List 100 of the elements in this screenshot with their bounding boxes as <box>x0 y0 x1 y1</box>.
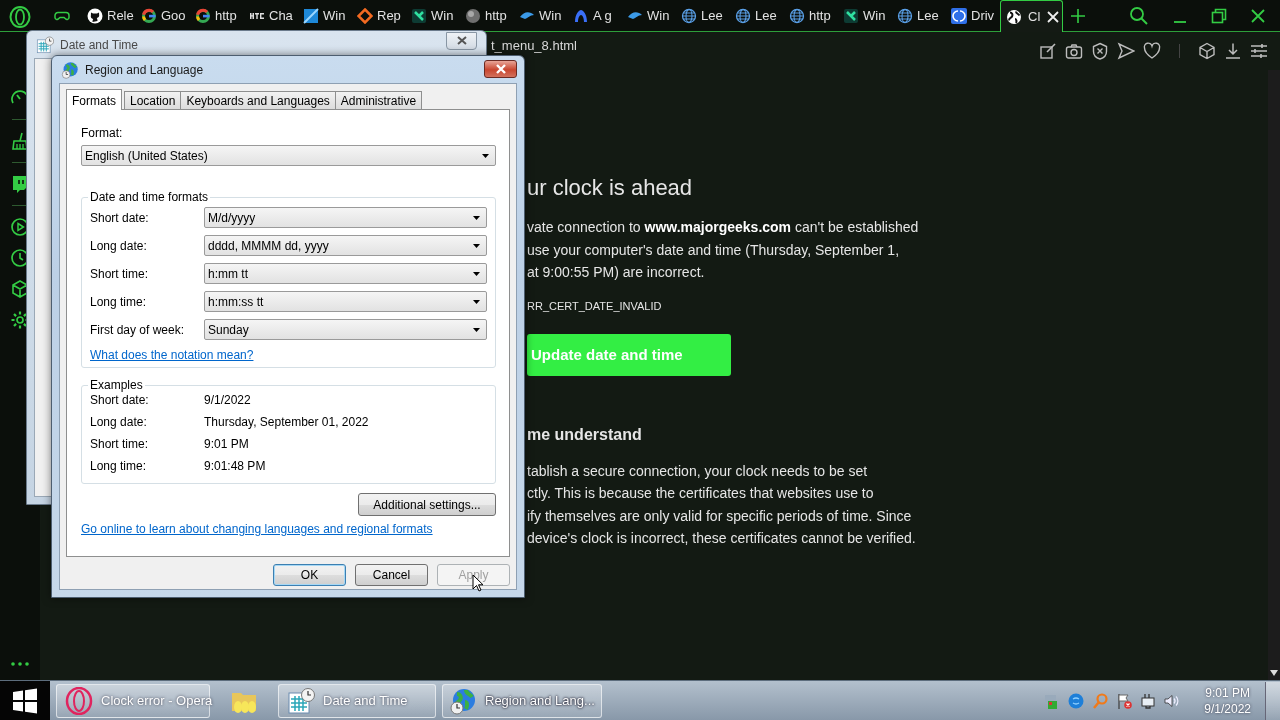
show-desktop-button[interactable] <box>1265 681 1280 720</box>
browser-tab[interactable]: Win <box>838 0 892 31</box>
download-icon[interactable] <box>1224 42 1242 60</box>
caret-icon <box>473 243 480 248</box>
row-label: Long date: <box>90 415 148 429</box>
square-logo-icon <box>951 7 967 24</box>
dialog-button[interactable]: Cancel <box>355 564 428 586</box>
restore-icon[interactable] <box>1211 7 1227 24</box>
globe-icon <box>681 7 697 24</box>
dialog-button[interactable]: OK <box>273 564 346 586</box>
globe-icon <box>735 7 751 24</box>
plus-icon[interactable] <box>1070 7 1086 24</box>
row-label: First day of week: <box>90 322 186 337</box>
explanation-text: tablish a secure connection, your clock needs to be set ctly. This is because the certificates that websites use to ify themselves are only valid for specific periods of time. Since device's clock is incorrect, these certificates cannot be verified. <box>527 461 917 548</box>
dropdown[interactable]: M/d/yyyy <box>204 207 487 228</box>
group-title: Examples <box>89 378 144 392</box>
tab[interactable]: Administrative <box>334 91 423 109</box>
camera-icon[interactable] <box>1065 42 1083 60</box>
close-icon[interactable] <box>1250 7 1266 24</box>
flag-icon[interactable] <box>1116 692 1133 709</box>
browser-tab[interactable]: A g <box>568 0 622 31</box>
tab[interactable]: Keyboards and Languages <box>180 91 336 109</box>
shield-icon[interactable] <box>1091 42 1109 60</box>
close-icon <box>494 64 507 74</box>
example-value: 9:01 PM <box>204 437 250 451</box>
search-icon[interactable] <box>1129 5 1149 26</box>
online-link[interactable]: Go online to learn about changing languages and regional formats <box>81 522 433 536</box>
row-label: Short date: <box>90 393 150 407</box>
globe-icon <box>61 60 79 79</box>
dropdown[interactable]: dddd, MMMM dd, yyyy <box>204 235 487 256</box>
network-icon[interactable] <box>1140 692 1157 709</box>
globe-icon <box>897 7 913 24</box>
url-text[interactable]: t_menu_8.html <box>491 39 577 53</box>
browser-tab[interactable]: Rep <box>352 0 406 31</box>
browser-tab[interactable]: Lee <box>892 0 946 31</box>
ring-logo-icon <box>65 686 93 715</box>
menu-icon[interactable] <box>1250 42 1268 60</box>
cross-logo-icon <box>411 7 427 24</box>
send-icon[interactable] <box>1117 42 1135 60</box>
row-label: Short time: <box>90 437 150 451</box>
ring-logo-icon <box>141 7 157 24</box>
tab[interactable]: Location <box>124 91 182 109</box>
browser-tab[interactable]: http <box>190 0 244 31</box>
browser-tab[interactable]: http <box>460 0 514 31</box>
browser-tab[interactable]: Win <box>514 0 568 31</box>
heart-icon[interactable] <box>1143 42 1161 60</box>
additional-settings-button[interactable]: Additional settings... <box>358 493 496 516</box>
circle-logo-icon <box>87 7 103 24</box>
browser-tab[interactable]: Driv <box>946 0 1000 31</box>
close-icon <box>456 36 467 45</box>
row-label: Short date: <box>90 210 150 225</box>
caret-icon <box>482 153 489 158</box>
page-heading: ur clock is ahead <box>527 174 694 202</box>
windows-logo-icon <box>12 687 38 714</box>
example-value: 9/1/2022 <box>204 393 252 407</box>
browser-tab[interactable]: Cl <box>1000 0 1063 32</box>
dialog-title: Region and Language <box>85 62 204 77</box>
group-title: Date and time formats <box>89 190 210 204</box>
dropdown[interactable]: English (United States) <box>81 145 496 166</box>
scroll-down-icon[interactable] <box>1270 670 1278 676</box>
globe-icon <box>449 686 477 715</box>
more-icon[interactable] <box>11 662 29 666</box>
browser-tab[interactable]: Goo <box>136 0 190 31</box>
arch-icon <box>573 7 589 24</box>
caret-icon <box>473 327 480 332</box>
scrollbar[interactable] <box>1268 70 1280 680</box>
ring-logo-icon <box>195 7 211 24</box>
notation-link[interactable]: What does the notation mean? <box>90 348 254 362</box>
row-label: Long time: <box>90 294 148 309</box>
browser-tab[interactable]: Win <box>298 0 352 31</box>
globe-icon <box>789 7 805 24</box>
tab[interactable]: Formats <box>66 89 122 110</box>
caret-icon <box>473 271 480 276</box>
close-button[interactable] <box>484 60 517 78</box>
dropdown[interactable]: h:mm:ss tt <box>204 291 487 312</box>
close-button[interactable] <box>446 31 477 50</box>
example-value: 9:01:48 PM <box>204 459 267 473</box>
start-button[interactable] <box>0 681 50 720</box>
row-label: Long date: <box>90 238 148 253</box>
calendar-icon <box>36 35 54 54</box>
browser-tab[interactable]: Win <box>406 0 460 31</box>
browser-tab[interactable]: Lee <box>676 0 730 31</box>
cross-logo-icon <box>843 7 859 24</box>
browser-tab[interactable]: Cha <box>244 0 298 31</box>
globe-icon <box>1006 8 1022 25</box>
edit-icon[interactable] <box>1039 42 1057 60</box>
cube-icon[interactable] <box>1198 42 1216 60</box>
field-label: Format: <box>81 126 124 140</box>
browser-tab[interactable]: Rele <box>82 0 136 31</box>
row-label: Short time: <box>90 266 150 281</box>
dropdown[interactable]: Sunday <box>204 319 487 340</box>
browser-tab[interactable]: http <box>784 0 838 31</box>
example-value: Thursday, September 01, 2022 <box>204 415 370 429</box>
speaker-icon[interactable] <box>1164 692 1181 709</box>
dropdown[interactable]: h:mm tt <box>204 263 487 284</box>
window-title: Date and Time <box>60 37 139 52</box>
browser-tab[interactable]: Lee <box>730 0 784 31</box>
calendar-icon <box>287 686 315 715</box>
browser-tab[interactable]: Win <box>622 0 676 31</box>
caret-icon <box>473 299 480 304</box>
